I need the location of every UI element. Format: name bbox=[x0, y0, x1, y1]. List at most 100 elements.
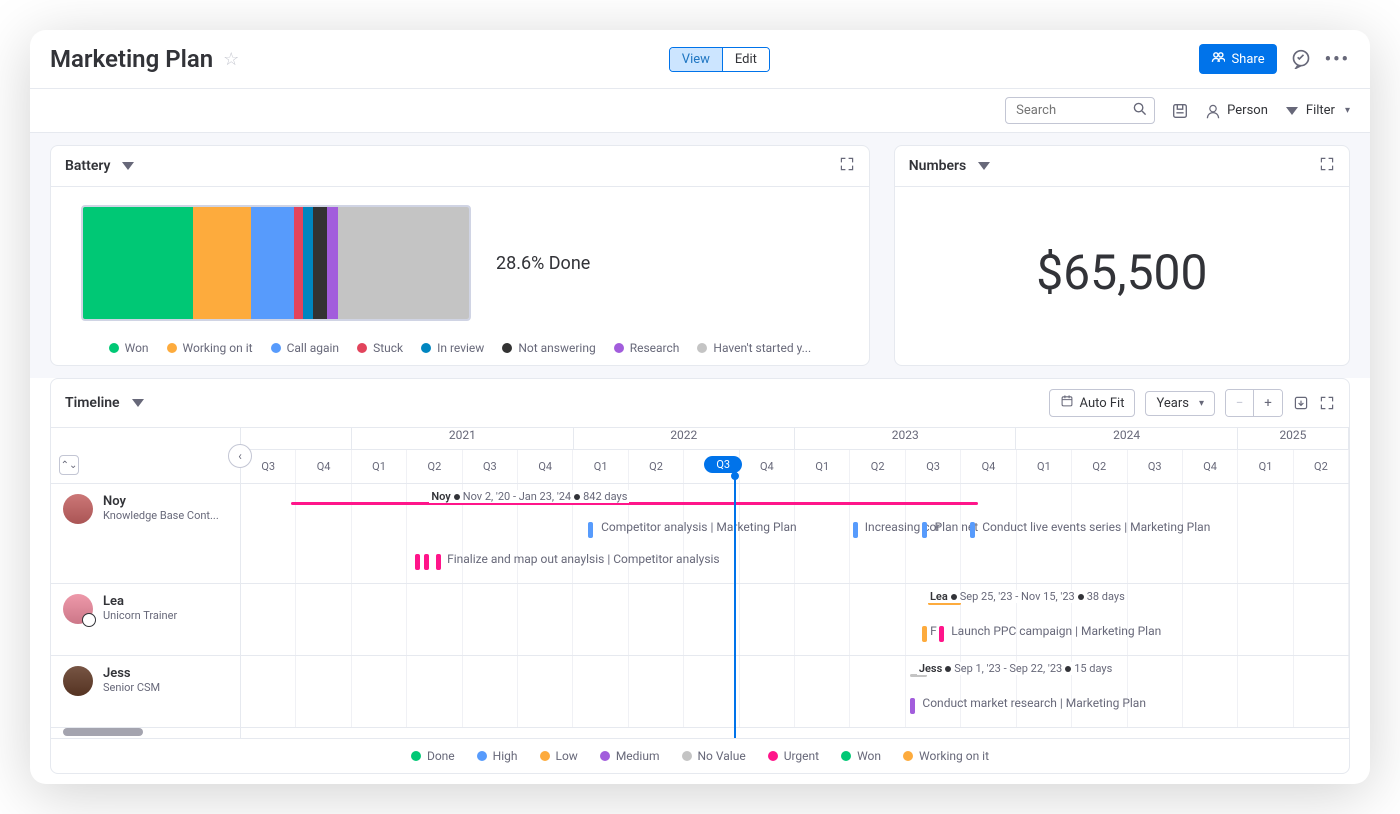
numbers-filter-icon[interactable] bbox=[976, 158, 992, 174]
legend-label: Medium bbox=[616, 749, 660, 763]
bar[interactable] bbox=[853, 522, 858, 538]
bar[interactable] bbox=[922, 626, 927, 642]
battery-segment[interactable] bbox=[327, 207, 339, 319]
year-cell: 2022 bbox=[574, 428, 795, 449]
legend-item[interactable]: Won bbox=[109, 341, 149, 355]
quarter-cell[interactable]: Q1 bbox=[1017, 450, 1072, 483]
quarter-cell[interactable]: Q1 bbox=[573, 450, 628, 483]
legend-item[interactable]: High bbox=[477, 749, 518, 763]
bar[interactable] bbox=[436, 554, 441, 570]
battery-segment[interactable] bbox=[251, 207, 293, 319]
quarter-cell[interactable]: Q3 bbox=[906, 450, 961, 483]
quarter-cell[interactable]: Q1 bbox=[795, 450, 850, 483]
quarter-cell[interactable]: Q4 bbox=[740, 450, 795, 483]
battery-bar bbox=[81, 205, 471, 321]
quarter-cell[interactable]: Q4 bbox=[296, 450, 351, 483]
timeline-expand-icon[interactable] bbox=[1319, 395, 1335, 411]
battery-segment[interactable] bbox=[294, 207, 304, 319]
search-wrapper bbox=[1005, 97, 1155, 124]
legend-item[interactable]: Medium bbox=[600, 749, 660, 763]
bar[interactable] bbox=[970, 522, 975, 538]
autofit-button[interactable]: Auto Fit bbox=[1049, 389, 1136, 417]
bar[interactable] bbox=[415, 554, 420, 570]
battery-segment[interactable] bbox=[338, 207, 469, 319]
quarter-cell[interactable]: Q2 bbox=[1294, 450, 1349, 483]
quarter-cell[interactable]: Q4 bbox=[518, 450, 573, 483]
favorite-star-icon[interactable]: ☆ bbox=[223, 49, 239, 70]
legend-label: Research bbox=[630, 341, 680, 355]
legend-item[interactable]: In review bbox=[421, 341, 484, 355]
timeline-export-icon[interactable] bbox=[1293, 395, 1309, 411]
legend-label: Low bbox=[556, 749, 578, 763]
bar[interactable] bbox=[424, 554, 429, 570]
quarter-cell[interactable]: Q3 bbox=[463, 450, 518, 483]
quarter-cell[interactable]: Q4 bbox=[1183, 450, 1238, 483]
comment-icon[interactable] bbox=[1291, 49, 1311, 69]
person-filter[interactable]: Person bbox=[1205, 103, 1268, 119]
header-actions: Share ••• bbox=[1199, 44, 1350, 74]
person-row-noy[interactable]: Noy Knowledge Base Cont... bbox=[51, 484, 240, 584]
zoom-in-button[interactable]: + bbox=[1254, 390, 1282, 416]
avatar-lea: ⌂ bbox=[63, 594, 93, 624]
more-menu-icon[interactable]: ••• bbox=[1325, 49, 1350, 70]
bar-label: Conduct market research | Marketing Plan bbox=[922, 696, 1146, 710]
legend-item[interactable]: Urgent bbox=[768, 749, 819, 763]
prev-nav-button[interactable]: ‹ bbox=[228, 444, 252, 468]
battery-segment[interactable] bbox=[193, 207, 251, 319]
legend-item[interactable]: Working on it bbox=[167, 341, 253, 355]
timeline-people-column: ⌃⌄ ‹ Noy Knowledge Base Cont... ⌂ Lea Un… bbox=[51, 428, 241, 738]
share-label: Share bbox=[1231, 52, 1264, 67]
legend-item[interactable]: Call again bbox=[271, 341, 340, 355]
year-cell: 2024 bbox=[1016, 428, 1237, 449]
person-row-jess[interactable]: Jess Senior CSM bbox=[51, 656, 240, 728]
legend-label: Not answering bbox=[518, 341, 595, 355]
battery-filter-icon[interactable] bbox=[120, 158, 136, 174]
quarter-cell[interactable]: Q2 bbox=[850, 450, 905, 483]
edit-button[interactable]: Edit bbox=[723, 48, 769, 71]
bar[interactable] bbox=[939, 626, 944, 642]
save-icon[interactable] bbox=[1171, 102, 1189, 120]
legend-item[interactable]: Won bbox=[841, 749, 881, 763]
battery-segment[interactable] bbox=[313, 207, 327, 319]
person-role: Unicorn Trainer bbox=[103, 609, 177, 622]
zoom-out-button[interactable]: − bbox=[1226, 390, 1254, 416]
quarter-cell[interactable]: Q4 bbox=[961, 450, 1016, 483]
legend-item[interactable]: Done bbox=[411, 749, 455, 763]
legend-item[interactable]: No Value bbox=[682, 749, 746, 763]
horizontal-scrollbar[interactable] bbox=[63, 728, 143, 736]
view-edit-toggle: View Edit bbox=[669, 47, 770, 72]
timeline-chart[interactable]: 20212022202320242025 Q3Q4Q1Q2Q3Q4Q1Q2Q3Q… bbox=[241, 428, 1349, 738]
legend-item[interactable]: Research bbox=[614, 341, 680, 355]
numbers-expand-icon[interactable] bbox=[1319, 156, 1335, 176]
summary-bar-noy[interactable] bbox=[291, 502, 978, 505]
collapse-all-button[interactable]: ⌃⌄ bbox=[59, 455, 79, 475]
battery-expand-icon[interactable] bbox=[839, 156, 855, 176]
quarter-cell[interactable]: Q1 bbox=[1238, 450, 1293, 483]
bar[interactable] bbox=[922, 522, 927, 538]
legend-item[interactable]: Not answering bbox=[502, 341, 595, 355]
share-button[interactable]: Share bbox=[1199, 44, 1276, 74]
quarter-cell[interactable]: Q3 bbox=[1128, 450, 1183, 483]
legend-dot bbox=[600, 751, 610, 761]
battery-segment[interactable] bbox=[303, 207, 313, 319]
quarter-cell[interactable]: Q2 bbox=[1072, 450, 1127, 483]
battery-segment[interactable] bbox=[83, 207, 193, 319]
legend-label: Working on it bbox=[183, 341, 253, 355]
filter-button[interactable]: Filter bbox=[1284, 103, 1350, 119]
view-button[interactable]: View bbox=[670, 48, 723, 71]
quarter-cell[interactable]: Q1 bbox=[352, 450, 407, 483]
legend-item[interactable]: Haven't started y... bbox=[697, 341, 811, 355]
quarter-cell[interactable]: Q2 bbox=[629, 450, 684, 483]
legend-item[interactable]: Low bbox=[540, 749, 578, 763]
scale-select[interactable]: Years bbox=[1145, 391, 1215, 416]
bar[interactable] bbox=[910, 698, 915, 714]
quarter-cell[interactable]: Q2 bbox=[407, 450, 462, 483]
numbers-body: $65,500 bbox=[895, 187, 1349, 357]
legend-item[interactable]: Working on it bbox=[903, 749, 989, 763]
legend-dot bbox=[411, 751, 421, 761]
legend-item[interactable]: Stuck bbox=[357, 341, 403, 355]
person-row-lea[interactable]: ⌂ Lea Unicorn Trainer bbox=[51, 584, 240, 656]
bar[interactable] bbox=[588, 522, 593, 538]
numbers-value: $65,500 bbox=[1036, 244, 1207, 301]
timeline-filter-icon[interactable] bbox=[130, 395, 146, 411]
